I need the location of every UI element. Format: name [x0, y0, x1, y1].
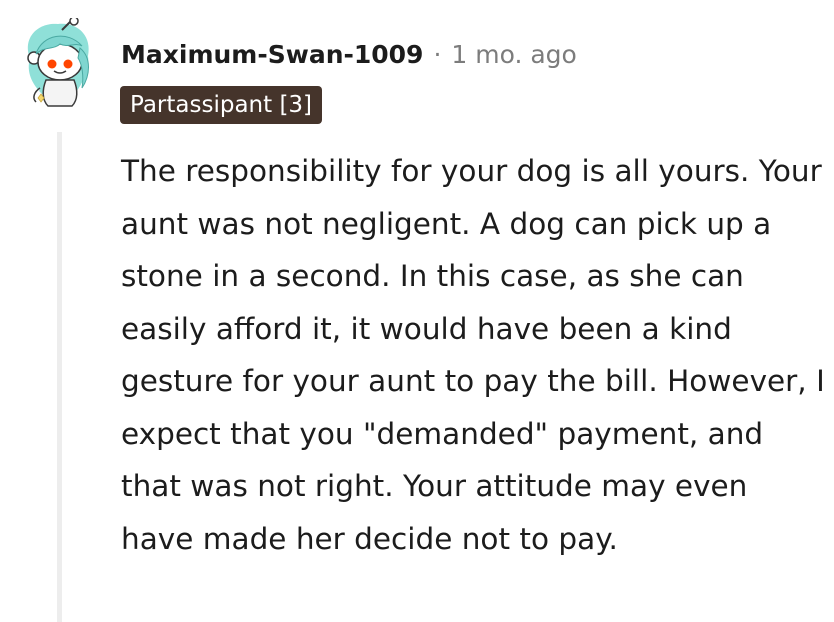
- author-username[interactable]: Maximum-Swan-1009: [121, 40, 423, 69]
- user-avatar[interactable]: [20, 16, 100, 110]
- comment-body: The responsibility for your dog is all y…: [121, 154, 825, 556]
- snoo-avatar-icon: [27, 16, 89, 107]
- user-flair-badge: Partassipant [3]: [120, 86, 323, 124]
- meta-separator: ·: [433, 39, 442, 69]
- thread-collapse-line[interactable]: [57, 132, 62, 622]
- comment-timestamp[interactable]: 1 mo. ago: [451, 40, 576, 69]
- comment: Maximum-Swan-1009 · 1 mo. ago Partassipa…: [0, 0, 834, 622]
- comment-header: Maximum-Swan-1009 · 1 mo. ago: [121, 36, 577, 72]
